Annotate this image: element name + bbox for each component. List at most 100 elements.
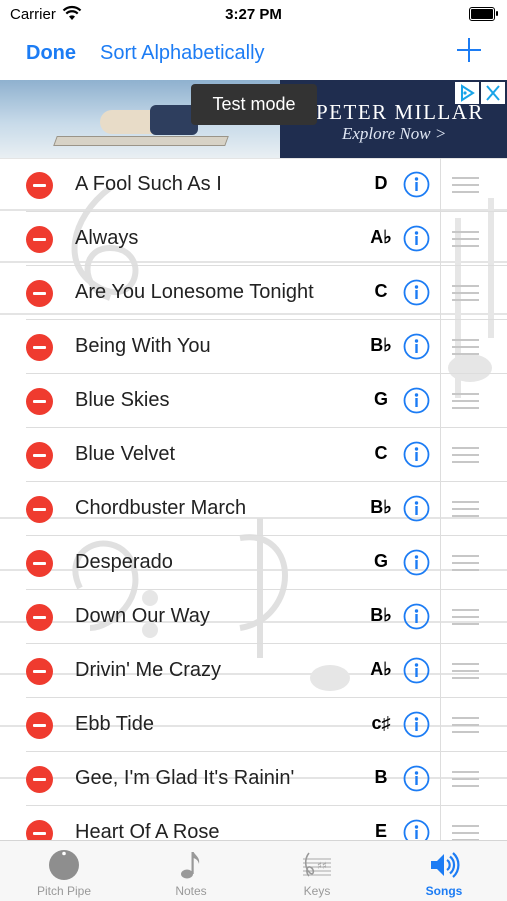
list-item[interactable]: Heart Of A Rose E	[0, 806, 507, 840]
reorder-handle-icon[interactable]	[452, 555, 479, 572]
reorder-handle-icon[interactable]	[452, 339, 479, 356]
song-title: Gee, I'm Glad It's Rainin'	[75, 767, 295, 789]
info-icon[interactable]	[403, 387, 430, 414]
song-key: c♯	[371, 713, 391, 733]
song-key: D	[374, 173, 388, 193]
info-icon[interactable]	[403, 495, 430, 522]
staff-keys-icon: ♯♯	[303, 852, 331, 877]
song-key: C	[374, 281, 388, 301]
delete-button[interactable]	[26, 496, 53, 523]
pitch-pipe-icon	[49, 850, 79, 880]
tab-notes[interactable]: Notes	[136, 841, 246, 901]
list-item[interactable]: Are You Lonesome Tonight C	[0, 266, 507, 320]
delete-button[interactable]	[26, 820, 53, 840]
reorder-handle-icon[interactable]	[452, 447, 479, 464]
song-title: Are You Lonesome Tonight	[75, 281, 314, 303]
info-icon[interactable]	[403, 333, 430, 360]
info-icon[interactable]	[403, 225, 430, 252]
music-note-icon	[181, 852, 200, 879]
reorder-handle-icon[interactable]	[452, 177, 479, 194]
delete-button[interactable]	[26, 712, 53, 739]
song-key: E	[374, 821, 387, 840]
delete-button[interactable]	[26, 658, 53, 685]
info-icon[interactable]	[403, 711, 430, 738]
song-key: C	[374, 443, 388, 463]
reorder-handle-icon[interactable]	[452, 501, 479, 518]
tab-label: Pitch Pipe	[36, 884, 92, 898]
song-title: Heart Of A Rose	[75, 821, 220, 840]
ad-close-icon[interactable]	[481, 82, 505, 104]
plus-icon[interactable]	[457, 38, 481, 62]
reorder-handle-icon[interactable]	[452, 663, 479, 680]
reorder-handle-icon[interactable]	[452, 771, 479, 788]
reorder-handle-icon[interactable]	[452, 285, 479, 302]
list-item[interactable]: Gee, I'm Glad It's Rainin' B	[0, 752, 507, 806]
info-icon[interactable]	[403, 765, 430, 792]
tab-label: Keys	[303, 884, 331, 898]
delete-button[interactable]	[26, 766, 53, 793]
reorder-handle-icon[interactable]	[452, 609, 479, 626]
delete-button[interactable]	[26, 226, 53, 253]
tab-keys[interactable]: ♯♯ Keys	[262, 841, 372, 901]
list-item[interactable]: Desperado G	[0, 536, 507, 590]
song-title: Always	[75, 227, 139, 249]
song-title: A Fool Such As I	[75, 173, 222, 195]
list-item[interactable]: Being With You B♭	[0, 320, 507, 374]
song-title: Being With You	[75, 335, 211, 357]
list-item[interactable]: Down Our Way B♭	[0, 590, 507, 644]
delete-button[interactable]	[26, 172, 53, 199]
song-key: B♭	[370, 335, 392, 355]
info-icon[interactable]	[403, 171, 430, 198]
list-item[interactable]: Blue Velvet C	[0, 428, 507, 482]
list-item[interactable]: Chordbuster March B♭	[0, 482, 507, 536]
song-title: Blue Skies	[75, 389, 170, 411]
list-item[interactable]: Blue Skies G	[0, 374, 507, 428]
navigation-bar: Done Sort Alphabetically	[0, 30, 507, 78]
reorder-handle-icon[interactable]	[452, 393, 479, 410]
info-icon[interactable]	[403, 603, 430, 630]
status-bar: Carrier 3:27 PM	[0, 0, 507, 30]
clock: 3:27 PM	[225, 6, 282, 23]
song-title: Desperado	[75, 551, 173, 573]
delete-button[interactable]	[26, 604, 53, 631]
test-mode-label: Test mode	[191, 84, 317, 125]
reorder-handle-icon[interactable]	[452, 825, 479, 840]
tab-pitch-pipe[interactable]: Pitch Pipe	[9, 841, 119, 901]
song-title: Drivin' Me Crazy	[75, 659, 222, 681]
tab-label: Songs	[425, 884, 463, 898]
tab-bar: Pitch Pipe Notes ♯♯ Keys Songs	[0, 840, 507, 901]
song-key: G	[373, 551, 388, 571]
song-list[interactable]: A Fool Such As I D Always A♭ Are You Lon…	[0, 158, 507, 840]
list-item[interactable]: Always A♭	[0, 212, 507, 266]
sort-alphabetically-button[interactable]: Sort Alphabetically	[100, 42, 265, 65]
ad-cta-text: Explore Now >	[342, 124, 447, 143]
song-key: G	[373, 389, 388, 409]
delete-button[interactable]	[26, 388, 53, 415]
list-item[interactable]: Drivin' Me Crazy A♭	[0, 644, 507, 698]
song-title: Ebb Tide	[75, 713, 154, 735]
info-icon[interactable]	[403, 279, 430, 306]
reorder-handle-icon[interactable]	[452, 231, 479, 248]
svg-text:♯♯: ♯♯	[317, 861, 327, 872]
info-icon[interactable]	[403, 657, 430, 684]
info-icon[interactable]	[403, 549, 430, 576]
reorder-handle-icon[interactable]	[452, 717, 479, 734]
song-key: B	[374, 767, 388, 787]
list-item[interactable]: A Fool Such As I D	[0, 158, 507, 212]
song-title: Blue Velvet	[75, 443, 176, 465]
song-key: B♭	[370, 605, 392, 625]
info-icon[interactable]	[403, 819, 430, 840]
battery-icon	[469, 7, 498, 21]
info-icon[interactable]	[403, 441, 430, 468]
delete-button[interactable]	[26, 442, 53, 469]
delete-button[interactable]	[26, 550, 53, 577]
delete-button[interactable]	[26, 280, 53, 307]
tab-songs[interactable]: Songs	[389, 841, 499, 901]
delete-button[interactable]	[26, 334, 53, 361]
song-title: Chordbuster March	[75, 497, 247, 519]
done-button[interactable]: Done	[26, 42, 76, 65]
column-divider	[440, 158, 441, 840]
song-title: Down Our Way	[75, 605, 210, 627]
ad-choices-icon[interactable]	[455, 82, 479, 104]
list-item[interactable]: Ebb Tide c♯	[0, 698, 507, 752]
